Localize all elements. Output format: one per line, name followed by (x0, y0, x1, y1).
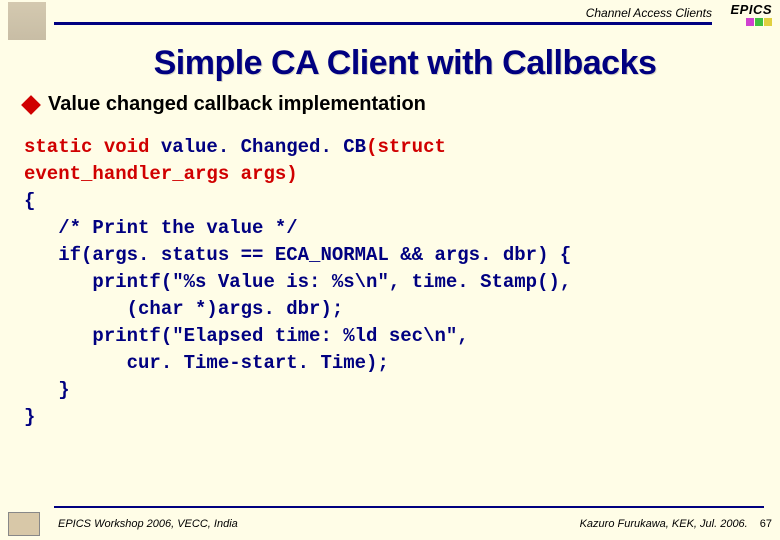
header-content: Channel Access Clients (54, 2, 772, 25)
slide-header: Channel Access Clients EPICS (0, 0, 780, 38)
code-keyword: (struct (366, 136, 446, 158)
header-rule (54, 22, 712, 25)
epics-logo: EPICS (730, 2, 772, 26)
code-line: /* Print the value */ (24, 217, 298, 239)
footer-row: EPICS Workshop 2006, VECC, India Kazuro … (8, 512, 772, 536)
footer-rule (54, 506, 764, 508)
code-line: printf("%s Value is: %s\n", time. Stamp(… (24, 271, 571, 293)
code-line: cur. Time-start. Time); (24, 352, 389, 374)
code-line: } (24, 379, 70, 401)
slide-footer: EPICS Workshop 2006, VECC, India Kazuro … (0, 506, 780, 536)
footer-left-text: EPICS Workshop 2006, VECC, India (58, 518, 580, 530)
diamond-bullet-icon (21, 95, 41, 115)
code-block: static void value. Changed. CB(struct ev… (24, 134, 760, 431)
code-line: (char *)args. dbr); (24, 298, 343, 320)
code-line: { (24, 190, 35, 212)
code-text: value. Changed. CB (149, 136, 366, 158)
code-keyword: static void (24, 136, 149, 158)
epics-logo-squares (730, 18, 772, 26)
epics-logo-text: EPICS (730, 2, 772, 17)
bullet-item: Value changed callback implementation (24, 93, 780, 116)
footer-right-text: Kazuro Furukawa, KEK, Jul. 2006. (580, 518, 748, 530)
breadcrumb: Channel Access Clients (54, 2, 772, 20)
square-magenta-icon (746, 18, 754, 26)
code-keyword: event_handler_args args) (24, 163, 298, 185)
square-yellow-icon (764, 18, 772, 26)
code-line: printf("Elapsed time: %ld sec\n", (24, 325, 469, 347)
page-number: 67 (760, 518, 772, 530)
institution-logo (8, 2, 46, 40)
square-green-icon (755, 18, 763, 26)
code-line: } (24, 406, 35, 428)
code-line: if(args. status == ECA_NORMAL && args. d… (24, 244, 571, 266)
bullet-text: Value changed callback implementation (48, 93, 426, 116)
broken-image-icon (8, 512, 40, 536)
slide-title: Simple CA Client with Callbacks (50, 44, 760, 83)
